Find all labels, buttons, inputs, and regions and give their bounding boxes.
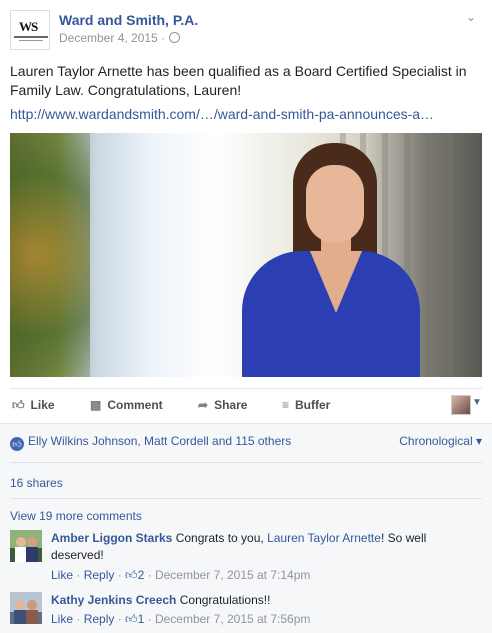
buffer-stack-icon: ≡ (282, 398, 290, 412)
comment-text: Kathy Jenkins Creech Congratulations!! (51, 593, 271, 607)
logo-mark: WS (19, 19, 38, 34)
comment-text: Amber Liggon Starks Congrats to you, Lau… (51, 531, 427, 562)
mention-link[interactable]: Lauren Taylor Arnette (267, 531, 381, 545)
like-button[interactable]: 👍︎ Like (12, 398, 55, 413)
likers-text[interactable]: Elly Wilkins Johnson, Matt Cordell and 1… (28, 434, 291, 448)
buffer-label: Buffer (295, 398, 331, 412)
comment-reply-button[interactable]: Reply (84, 612, 115, 626)
view-more-comments[interactable]: View 19 more comments (10, 509, 142, 523)
comment-author[interactable]: Amber Liggon Starks (51, 531, 172, 545)
post-header: WS Ward and Smith, P.A. December 4, 2015… (10, 10, 482, 50)
shares-count[interactable]: 16 shares (10, 476, 63, 490)
feedback-section: 👍︎ Elly Wilkins Johnson, Matt Cordell and… (0, 423, 492, 633)
share-button[interactable]: ➦ Share (198, 398, 247, 412)
comment-meta: Like · Reply · 👍︎2 · December 7, 2015 at… (51, 568, 311, 582)
post-link[interactable]: http://www.wardandsmith.com/…/ward-and-s… (10, 106, 434, 122)
comment-button[interactable]: ▩ Comment (90, 398, 163, 412)
comment-like-button[interactable]: Like (51, 612, 73, 626)
comment-meta: Like · Reply · 👍︎1 · December 7, 2015 at… (51, 612, 311, 626)
thumbs-up-icon: 👍︎ (125, 568, 138, 582)
comment-reply-button[interactable]: Reply (84, 568, 115, 582)
comment-time[interactable]: December 7, 2015 at 7:14pm (155, 568, 310, 582)
page-name-link[interactable]: Ward and Smith, P.A. (59, 12, 198, 28)
thumbs-up-icon: 👍︎ (12, 398, 25, 412)
post-date[interactable]: December 4, 2015 · (59, 31, 181, 45)
divider (10, 462, 482, 463)
facebook-post: WS Ward and Smith, P.A. December 4, 2015… (0, 0, 492, 633)
viewer-avatar[interactable] (451, 395, 471, 415)
commenter-avatar[interactable] (10, 530, 42, 562)
share-label: Share (214, 398, 248, 412)
post-text: Lauren Taylor Arnette has been qualified… (10, 63, 467, 98)
thumbs-up-icon: 👍︎ (125, 612, 138, 626)
page-avatar[interactable]: WS (10, 10, 50, 50)
buffer-button[interactable]: ≡ Buffer (282, 398, 330, 412)
divider (10, 498, 482, 499)
sort-dropdown[interactable]: Chronological ▾ (399, 434, 482, 448)
comment-like-button[interactable]: Like (51, 568, 73, 582)
comment-time[interactable]: December 7, 2015 at 7:56pm (155, 612, 310, 626)
globe-icon (169, 32, 181, 43)
comment-like-count[interactable]: 1 (138, 612, 145, 626)
action-bar: 👍︎ Like ▩ Comment ➦ Share ≡ Buffer ▼ (10, 388, 482, 421)
like-label: Like (30, 398, 55, 412)
comment-like-count[interactable]: 2 (138, 568, 145, 582)
post-photo[interactable] (10, 133, 482, 377)
like-count-icon: 👍︎ (10, 437, 24, 451)
caret-down-icon[interactable]: ▼ (472, 397, 482, 408)
speech-bubble-icon: ▩ (90, 398, 102, 412)
chevron-down-icon[interactable]: ⌄ (466, 10, 476, 24)
likes-summary[interactable]: 👍︎ Elly Wilkins Johnson, Matt Cordell and… (10, 434, 482, 454)
comment-label: Comment (107, 398, 163, 412)
sort-label: Chronological (399, 434, 473, 448)
comment-author[interactable]: Kathy Jenkins Creech (51, 593, 176, 607)
share-arrow-icon: ➦ (198, 398, 209, 412)
post-date-text: December 4, 2015 · (59, 31, 166, 45)
commenter-avatar[interactable] (10, 592, 42, 624)
